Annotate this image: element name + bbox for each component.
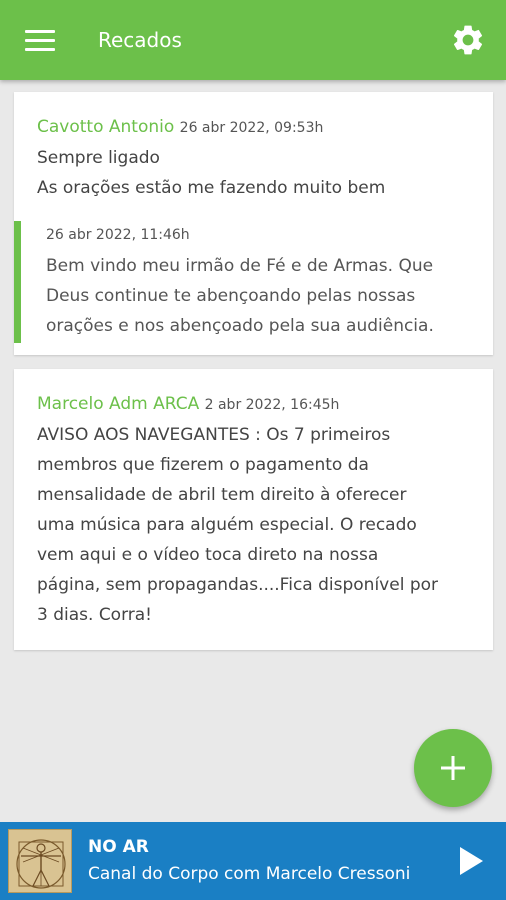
message-author: Cavotto Antonio [37,117,175,137]
reply-text: Deus continue te abençoando pelas nossas [46,286,416,306]
show-thumbnail [8,829,72,893]
menu-icon-line [25,38,55,42]
message-text: mensalidade de abril tem direito à ofere… [37,485,407,505]
show-title: Canal do Corpo com Marcelo Cressoni [88,864,411,884]
message-author: Marcelo Adm ARCA [37,394,200,414]
menu-button[interactable] [0,0,70,80]
message-date: 2 abr 2022, 16:45h [204,397,340,413]
message-card[interactable]: Cavotto Antonio 26 abr 2022, 09:53h Semp… [14,92,493,355]
reply-block: 26 abr 2022, 11:46h Bem vindo meu irmão … [14,221,493,343]
message-text: membros que fizerem o pagamento da [37,455,369,475]
gear-icon [453,25,483,55]
message-text: página, sem propagandas....Fica disponív… [37,575,439,595]
message-text: Sempre ligado [37,148,160,168]
play-icon [460,847,483,875]
plus-icon [441,756,465,780]
message-text: uma música para alguém especial. O recad… [37,515,417,535]
on-air-label: NO AR [88,837,149,857]
settings-button[interactable] [440,12,496,68]
message-text: AVISO AOS NAVEGANTES : Os 7 primeiros [37,425,391,445]
message-text: 3 dias. Corra! [37,605,152,625]
page-title: Recados [98,28,182,52]
app-bar: Recados [0,0,506,80]
message-text: vem aqui e o vídeo toca direto na nossa [37,545,379,565]
message-card[interactable]: Marcelo Adm ARCA 2 abr 2022, 16:45h AVIS… [14,369,493,650]
reply-text: Bem vindo meu irmão de Fé e de Armas. Qu… [46,256,434,276]
play-button[interactable] [446,822,496,900]
menu-icon [25,29,55,33]
now-playing-bar[interactable]: NO AR Canal do Corpo com Marcelo Cresson… [0,822,506,900]
reply-date: 26 abr 2022, 11:46h [46,227,190,243]
message-text: As orações estão me fazendo muito bem [37,178,386,198]
add-message-button[interactable] [414,729,492,807]
message-list: Cavotto Antonio 26 abr 2022, 09:53h Semp… [14,92,493,664]
message-date: 26 abr 2022, 09:53h [179,120,324,136]
reply-text: orações e nos abençoado pela sua audiênc… [46,316,434,336]
vitruvian-man-image [9,830,71,892]
menu-icon-line [25,47,55,51]
